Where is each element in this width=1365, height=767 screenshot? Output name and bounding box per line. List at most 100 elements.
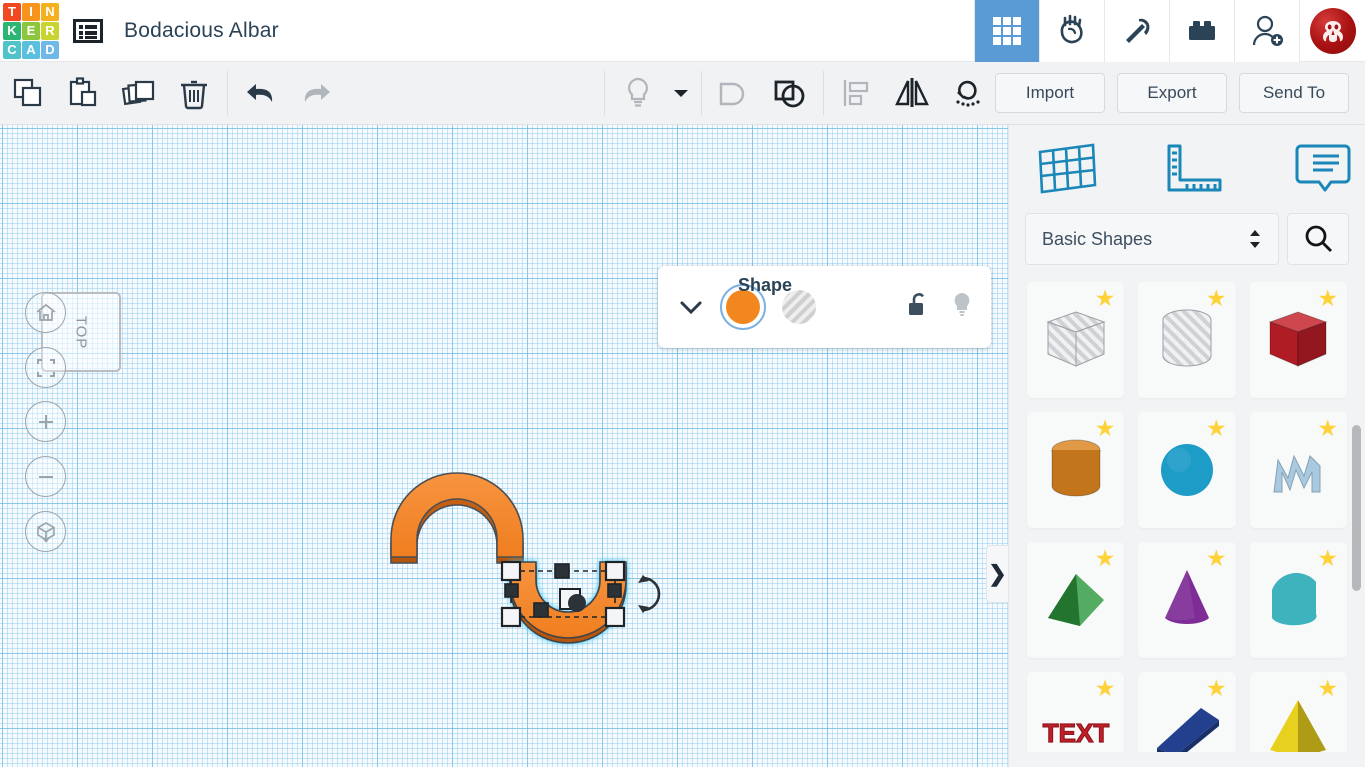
duplicate-button[interactable]: [111, 62, 167, 125]
ortho-perspective-button[interactable]: [25, 511, 66, 552]
panel-collapse-handle[interactable]: ❯: [986, 545, 1008, 603]
codeblocks-button[interactable]: [1039, 0, 1104, 62]
paste-button[interactable]: [56, 62, 112, 125]
tinkercad-logo[interactable]: TIN KER CAD: [0, 0, 62, 62]
delete-button[interactable]: [167, 62, 223, 125]
shape-item-box[interactable]: ★: [1249, 282, 1347, 398]
star-icon[interactable]: ★: [1206, 287, 1227, 310]
shape-item-pyramid[interactable]: ★: [1249, 672, 1347, 752]
ruler-icon: [1167, 144, 1222, 192]
right-panel-mode-icons: [1009, 125, 1365, 213]
align-button[interactable]: [829, 62, 885, 125]
lego-brick-icon: [1189, 20, 1215, 40]
home-view-button[interactable]: [25, 292, 66, 333]
align-icon: [844, 80, 869, 106]
cube-arrow-icon: [36, 521, 55, 543]
zoom-in-button[interactable]: [25, 401, 66, 442]
group-shapes-icon: [720, 82, 745, 106]
paste-icon: [70, 77, 97, 107]
mirror-button[interactable]: [884, 62, 940, 125]
shape-item-roof[interactable]: ★: [1249, 542, 1347, 658]
ruler-button[interactable]: [1155, 140, 1235, 198]
export-button[interactable]: Export: [1117, 73, 1227, 113]
star-icon[interactable]: ★: [1317, 677, 1338, 700]
shape-panel-title: Shape: [738, 275, 793, 295]
send-to-button[interactable]: Send To: [1239, 73, 1349, 113]
ungroup-shapes-icon: [774, 80, 805, 108]
workplane-button[interactable]: [1027, 140, 1107, 198]
mirror-flip-icon: [894, 78, 929, 107]
star-icon[interactable]: ★: [1206, 547, 1227, 570]
chevron-down-icon: [673, 90, 688, 97]
light-button[interactable]: [610, 62, 666, 125]
fit-view-button[interactable]: [25, 347, 66, 388]
shape-light-button[interactable]: [951, 291, 973, 324]
logo-letter-e: E: [22, 21, 40, 40]
light-dropdown-button[interactable]: [665, 62, 695, 125]
shape-item-cone[interactable]: ★: [1138, 542, 1236, 658]
model-s-curve: [390, 472, 661, 644]
magnet-button[interactable]: [940, 62, 996, 125]
right-panel: Basic Shapes ★ ★ ★ ★ ★ ★ ★ ★ ★ TEXT ★ ★ …: [1008, 125, 1365, 767]
redo-button[interactable]: [288, 62, 344, 125]
star-icon[interactable]: ★: [1206, 677, 1227, 700]
avatar[interactable]: [1299, 0, 1365, 62]
star-icon[interactable]: ★: [1317, 417, 1338, 440]
plus-icon: [38, 414, 53, 429]
logo-letter-d: D: [41, 40, 59, 59]
zoom-out-button[interactable]: [25, 456, 66, 497]
shape-panel-collapse[interactable]: [676, 299, 706, 315]
toolbar-actions: Import Export Send To: [995, 73, 1365, 113]
list-menu-icon[interactable]: [62, 0, 114, 62]
undo-button[interactable]: [233, 62, 289, 125]
toolbar-divider-3: [700, 71, 702, 115]
ungroup-button[interactable]: [762, 62, 818, 125]
designs-grid-button[interactable]: [974, 0, 1039, 62]
home-icon: [35, 303, 56, 321]
add-user-button[interactable]: [1234, 0, 1299, 62]
top-bar: TIN KER CAD Bodacious Albar: [0, 0, 1365, 62]
magnet-snap-icon: [956, 80, 980, 107]
lightbulb-icon: [954, 292, 970, 316]
shape-item-wedge[interactable]: ★: [1027, 542, 1125, 658]
canvas-workplane[interactable]: TOP Shape ❯: [0, 125, 1008, 767]
import-button[interactable]: Import: [995, 73, 1105, 113]
minecraft-button[interactable]: [1104, 0, 1169, 62]
lightbulb-icon: [627, 77, 648, 107]
shape-item-scribble[interactable]: ★: [1249, 412, 1347, 528]
note-button[interactable]: [1283, 140, 1363, 198]
star-icon[interactable]: ★: [1317, 547, 1338, 570]
shape-item-cylinder[interactable]: ★: [1027, 412, 1125, 528]
note-callout-icon: [1295, 144, 1351, 192]
star-icon[interactable]: ★: [1095, 677, 1116, 700]
shape-search-button[interactable]: [1287, 213, 1349, 265]
lock-toggle-button[interactable]: [907, 292, 929, 323]
star-icon[interactable]: ★: [1206, 417, 1227, 440]
document-title[interactable]: Bodacious Albar: [124, 19, 279, 43]
undo-arrow-icon: [246, 84, 272, 102]
up-down-arrows-icon: [1248, 228, 1262, 250]
star-icon[interactable]: ★: [1095, 547, 1116, 570]
workplane-grid-icon: [1038, 143, 1097, 194]
trash-icon: [181, 80, 208, 110]
minus-icon: [38, 475, 53, 478]
shape-item-text[interactable]: TEXT ★: [1027, 672, 1125, 752]
star-icon[interactable]: ★: [1095, 417, 1116, 440]
chevron-down-icon: [680, 301, 702, 315]
shape-item-sphere[interactable]: ★: [1138, 412, 1236, 528]
toolbar-divider-2: [603, 71, 605, 115]
star-icon[interactable]: ★: [1095, 287, 1116, 310]
shape-item-ramp[interactable]: ★: [1138, 672, 1236, 752]
svg-text:TEXT: TEXT: [1042, 718, 1109, 748]
bricks-button[interactable]: [1169, 0, 1234, 62]
mythosaur-skull-icon: [1322, 20, 1343, 42]
copy-button[interactable]: [0, 62, 56, 125]
logo-letter-r: R: [41, 21, 59, 40]
star-icon[interactable]: ★: [1317, 287, 1338, 310]
shape-item-box-hole[interactable]: ★: [1027, 282, 1125, 398]
shape-category-select[interactable]: Basic Shapes: [1025, 213, 1279, 265]
grid-icon: [993, 16, 1021, 45]
shape-library-scrollbar[interactable]: [1352, 425, 1361, 591]
group-button[interactable]: [707, 62, 763, 125]
shape-item-cylinder-hole[interactable]: ★: [1138, 282, 1236, 398]
